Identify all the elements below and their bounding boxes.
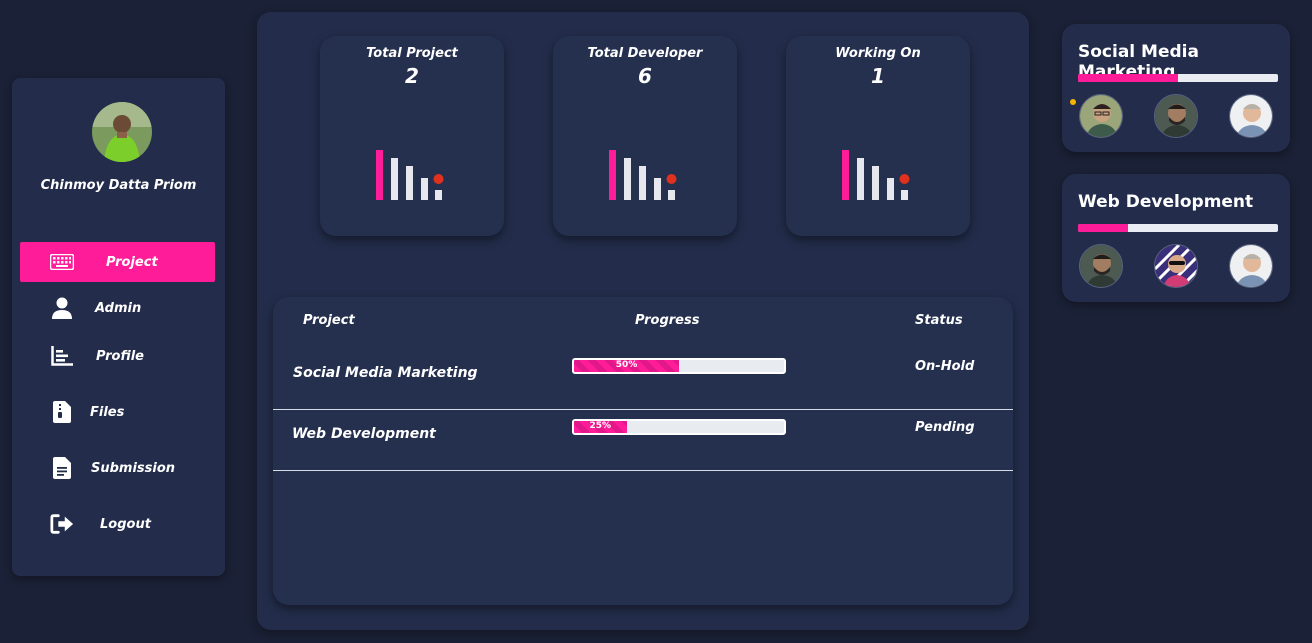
project-progress-fill — [1078, 224, 1128, 232]
member-avatar[interactable] — [1079, 94, 1123, 138]
project-progress-bar — [1078, 224, 1278, 232]
nav-item-files[interactable]: Files — [20, 392, 215, 432]
stat-label: Total Developer — [587, 46, 703, 61]
progress-bar: 50% — [572, 358, 786, 374]
project-card-web-development[interactable]: Web Development — [1062, 174, 1290, 302]
project-progress-bar — [1078, 74, 1278, 82]
stat-card-total-project: Total Project 2 — [320, 36, 504, 236]
nav-label: Submission — [91, 460, 176, 476]
projects-table: Project Progress Status Social Media Mar… — [273, 297, 1013, 605]
user-name: Chinmoy Datta Priom — [40, 178, 197, 193]
project-card-title: Web Development — [1078, 192, 1254, 212]
stat-value: 6 — [638, 64, 652, 88]
stat-card-working-on: Working On 1 — [786, 36, 970, 236]
nav-label: Logout — [100, 516, 151, 532]
nav-item-submission[interactable]: Submission — [20, 448, 215, 488]
progress-bar: 25% — [572, 419, 786, 435]
project-name: Social Media Marketing — [293, 365, 478, 381]
nav-label: Admin — [95, 300, 142, 316]
stat-label: Working On — [835, 46, 921, 61]
member-avatar[interactable] — [1154, 244, 1198, 288]
column-header-project: Project — [303, 313, 355, 328]
member-avatar[interactable] — [1154, 94, 1198, 138]
nav-label: Files — [90, 404, 125, 420]
nav-item-project[interactable]: Project — [20, 242, 215, 282]
column-header-progress: Progress — [635, 313, 700, 328]
nav-label: Profile — [96, 348, 144, 364]
stat-value: 1 — [871, 64, 885, 88]
user-icon — [50, 296, 74, 320]
nav-label: Project — [106, 254, 158, 270]
mini-bar-chart-icon — [376, 150, 444, 200]
keyboard-icon — [50, 250, 74, 274]
stat-label: Total Project — [366, 46, 458, 61]
logout-icon — [50, 512, 74, 536]
stat-value: 2 — [405, 64, 419, 88]
project-card-social-media[interactable]: Social Media Marketing — [1062, 24, 1290, 152]
nav-item-logout[interactable]: Logout — [20, 504, 215, 544]
file-zip-icon — [50, 400, 74, 424]
nav-item-profile[interactable]: Profile — [20, 336, 215, 376]
project-progress-fill — [1078, 74, 1178, 82]
progress-label: 50% — [615, 360, 638, 370]
status-text: Pending — [915, 420, 975, 435]
project-name: Web Development — [292, 426, 436, 442]
progress-label: 25% — [589, 421, 612, 431]
stat-card-total-developer: Total Developer 6 — [553, 36, 737, 236]
progress-fill: 25% — [574, 421, 627, 433]
status-text: On-Hold — [915, 359, 975, 374]
sidebar: Chinmoy Datta Priom Project Admin Profil… — [12, 78, 225, 576]
document-icon — [50, 456, 74, 480]
dashboard-main: Total Project 2 Total Developer 6 Workin… — [257, 12, 1029, 630]
mini-bar-chart-icon — [609, 150, 677, 200]
user-avatar[interactable] — [92, 102, 152, 162]
online-indicator — [1070, 99, 1076, 105]
member-avatar[interactable] — [1229, 94, 1273, 138]
nav-item-admin[interactable]: Admin — [20, 288, 215, 328]
column-header-status: Status — [915, 313, 963, 328]
mini-bar-chart-icon — [842, 150, 910, 200]
table-row[interactable]: Social Media Marketing 50% On-Hold — [273, 349, 1013, 410]
chart-icon — [50, 344, 74, 368]
progress-fill: 50% — [574, 360, 679, 372]
member-avatar[interactable] — [1229, 244, 1273, 288]
table-row[interactable]: Web Development 25% Pending — [273, 410, 1013, 471]
member-avatar[interactable] — [1079, 244, 1123, 288]
